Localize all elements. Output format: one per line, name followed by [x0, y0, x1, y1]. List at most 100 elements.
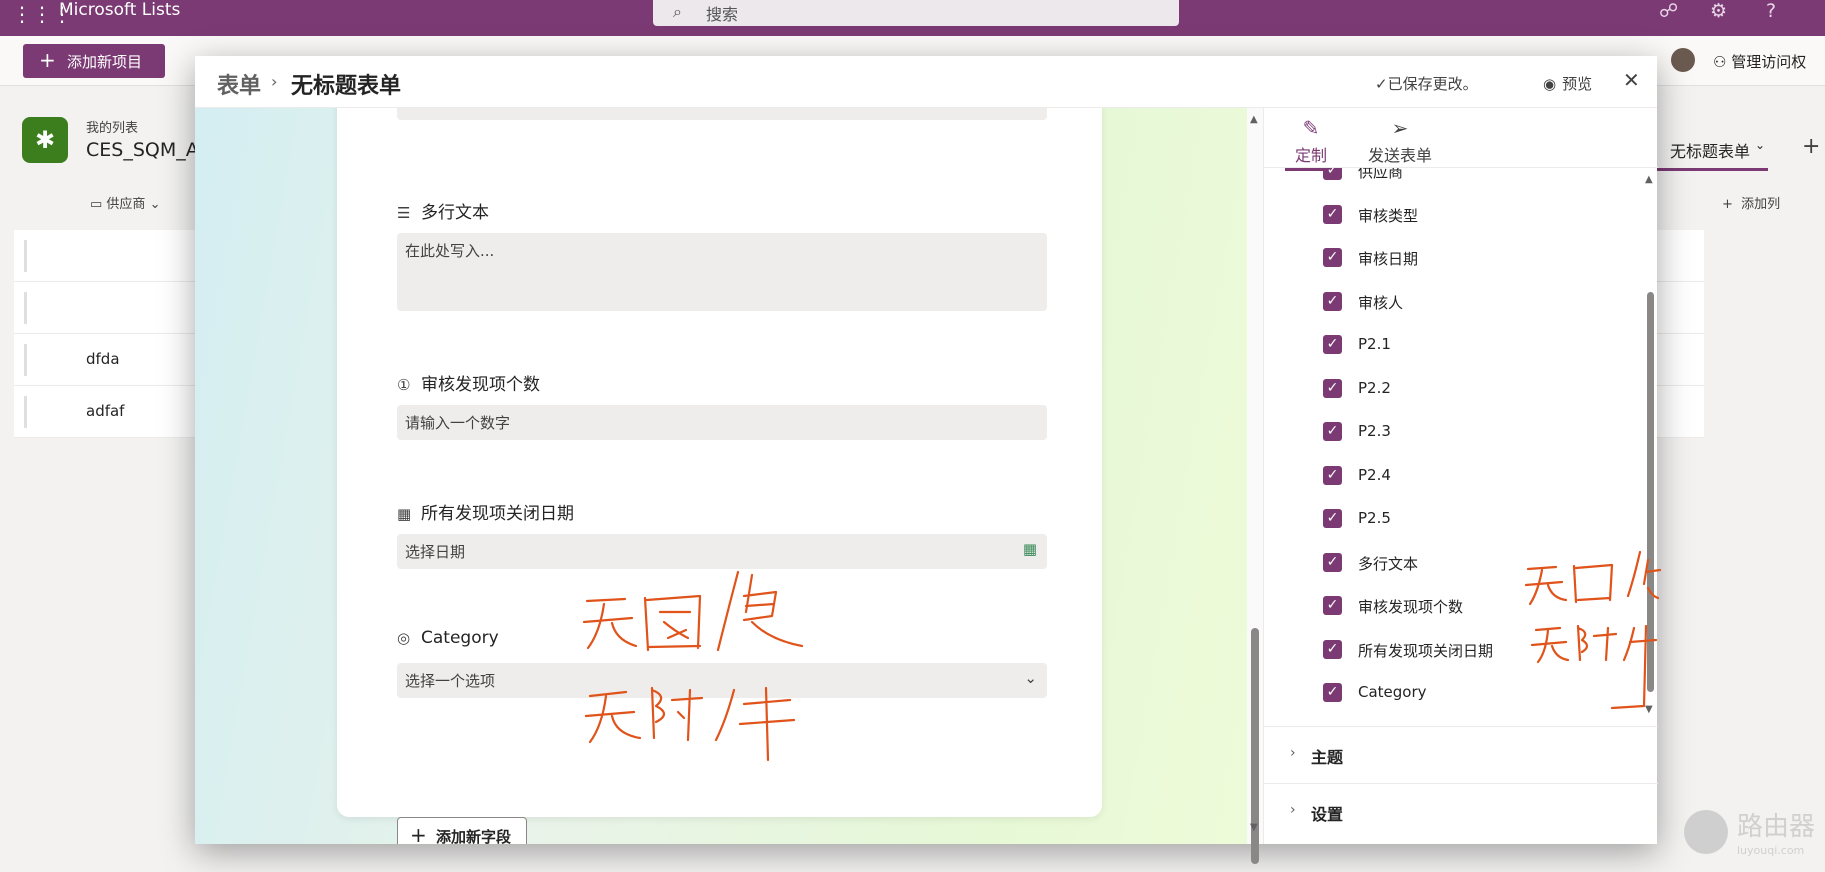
watermark-text: 路由器 — [1737, 812, 1816, 842]
scroll-up-icon[interactable]: ▲ — [1645, 174, 1653, 185]
checkbox[interactable]: ✓ — [1323, 553, 1342, 572]
chevron-right-icon: › — [1290, 745, 1296, 761]
row-selector[interactable] — [24, 292, 27, 324]
section-settings[interactable]: › 设置 — [1264, 783, 1658, 840]
input-placeholder: 请输入一个数字 — [405, 414, 511, 432]
plus-icon: + — [410, 823, 427, 844]
scroll-up-icon[interactable]: ▲ — [1250, 114, 1258, 125]
checkbox[interactable]: ✓ — [1323, 466, 1342, 485]
breadcrumb-current: 无标题表单 — [291, 74, 402, 99]
field-label-text: 审核发现项个数 — [421, 375, 540, 395]
checkbox[interactable]: ✓ — [1323, 596, 1342, 615]
tab-customize[interactable]: ✎ 定制 — [1284, 116, 1338, 171]
form-settings-panel: ✎ 定制 ➢ 发送表单 ✓ 供应商 ✓ 审核类型 ✓ 审核日期 ✓ 审核人 ✓ P2.1 ✓ P2.2… — [1263, 108, 1658, 844]
form-canvas: ☰ 多行文本 在此处写入... ① 审核发现项个数 请输入一个数字 ▦ 所有发现项关闭… — [195, 108, 1247, 844]
manage-access-label: 管理访问权 — [1731, 53, 1807, 71]
field-visibility-label: 审核日期 — [1358, 250, 1419, 268]
number-icon: ① — [397, 376, 411, 394]
column-header-supplier[interactable]: ▭ 供应商 ⌄ — [90, 193, 160, 212]
panel-tabs: ✎ 定制 ➢ 发送表单 — [1264, 108, 1658, 171]
field-label-text: 所有发现项关闭日期 — [421, 504, 574, 524]
checkbox[interactable]: ✓ — [1323, 509, 1342, 528]
preview-button[interactable]: ◉ 预览 — [1543, 73, 1592, 94]
input-placeholder: 选择一个选项 — [405, 672, 496, 690]
choice-icon: ◎ — [397, 629, 411, 647]
date-picker-input[interactable]: 选择日期 ▦ — [397, 534, 1047, 569]
breadcrumb-forms[interactable]: 表单 — [217, 68, 261, 100]
panel-scrollbar[interactable]: ▲ ▼ — [1642, 168, 1658, 726]
add-column-button[interactable]: + 添加列 — [1722, 193, 1780, 212]
row-cell: dfda — [86, 350, 120, 368]
scroll-thumb[interactable] — [1647, 292, 1654, 692]
settings-icon[interactable]: ⚙ — [1710, 0, 1727, 22]
search-box[interactable]: ⌕ 搜索 — [653, 0, 1179, 26]
user-avatar[interactable] — [1671, 48, 1695, 72]
my-lists-link[interactable]: 我的列表 — [86, 117, 138, 136]
people-icon[interactable]: ☍ — [1659, 0, 1678, 22]
chevron-down-icon: ⌄ — [1755, 138, 1766, 152]
add-new-item-button[interactable]: + 添加新项目 — [23, 44, 165, 78]
add-view-button[interactable]: + — [1802, 134, 1820, 159]
tab-label: 无标题表单 — [1670, 142, 1751, 161]
checkbox[interactable]: ✓ — [1323, 640, 1342, 659]
canvas-scrollbar[interactable]: ▲ ▼ — [1247, 108, 1263, 864]
field-visibility-label: P2.2 — [1358, 379, 1391, 397]
field-visibility-label: 供应商 — [1358, 168, 1404, 181]
chevron-down-icon: ⌄ — [1024, 669, 1037, 687]
row-selector[interactable] — [24, 344, 27, 376]
field-input[interactable] — [397, 108, 1047, 120]
field-visibility-label: P2.1 — [1358, 335, 1391, 353]
multiline-text-icon: ☰ — [397, 204, 411, 222]
checkbox[interactable]: ✓ — [1323, 248, 1342, 267]
date-picker-icon[interactable]: ▦ — [1023, 540, 1037, 558]
search-placeholder[interactable]: 搜索 — [706, 1, 738, 25]
section-label: 设置 — [1311, 805, 1344, 824]
field-visibility-label: P2.3 — [1358, 422, 1391, 440]
router-logo-icon — [1684, 810, 1728, 854]
field-visibility-label: 多行文本 — [1358, 555, 1419, 573]
row-selector[interactable] — [24, 396, 27, 428]
list-icon: ✱ — [22, 117, 68, 163]
input-placeholder: 在此处写入... — [405, 242, 495, 260]
tab-untitled-form[interactable]: 无标题表单 ⌄ — [1655, 126, 1768, 171]
plus-icon: + — [39, 48, 56, 72]
scroll-down-icon[interactable]: ▼ — [1250, 822, 1258, 833]
row-cell: adfaf — [86, 402, 125, 420]
field-label-text: 多行文本 — [421, 203, 489, 223]
field-visibility-list: ✓ 供应商 ✓ 审核类型 ✓ 审核日期 ✓ 审核人 ✓ P2.1 ✓ P2.2 ✓ P2.3 ✓ P2.4 ✓ P… — [1264, 168, 1658, 726]
field-label: ◎ Category — [397, 628, 499, 648]
list-title: CES_SQM_A — [86, 139, 199, 161]
number-input[interactable]: 请输入一个数字 — [397, 405, 1047, 440]
send-icon: ➢ — [1391, 116, 1409, 140]
search-icon: ⌕ — [673, 2, 682, 21]
row-selector[interactable] — [24, 240, 27, 272]
app-name[interactable]: Microsoft Lists — [59, 0, 180, 20]
close-icon[interactable]: ✕ — [1623, 68, 1640, 92]
checkbox[interactable]: ✓ — [1323, 292, 1342, 311]
checkbox[interactable]: ✓ — [1323, 422, 1342, 441]
form-editor-dialog: 表单 › 无标题表单 ✓ 已保存更改。 ◉ 预览 ✕ ☰ 多行文本 在此处写入... … — [195, 56, 1658, 864]
manage-access-button[interactable]: ⚇ 管理访问权 — [1713, 51, 1806, 72]
field-label-text: Category — [421, 628, 499, 648]
checkbox[interactable]: ✓ — [1323, 168, 1342, 180]
field-visibility-label: 所有发现项关闭日期 — [1358, 642, 1494, 660]
add-new-field-button[interactable]: + 添加新字段 — [397, 817, 527, 844]
add-column-label: 添加列 — [1741, 197, 1781, 212]
add-new-item-label: 添加新项目 — [67, 53, 143, 71]
eye-icon: ◉ — [1543, 75, 1557, 93]
choice-dropdown[interactable]: 选择一个选项 ⌄ — [397, 663, 1047, 698]
saved-status-text: 已保存更改。 — [1387, 75, 1478, 93]
app-bar: ⋮⋮⋮ Microsoft Lists ⌕ 搜索 ☍ ⚙ ? — [0, 0, 1825, 36]
tab-send-form[interactable]: ➢ 发送表单 — [1368, 116, 1432, 166]
checkbox[interactable]: ✓ — [1323, 379, 1342, 398]
checkbox[interactable]: ✓ — [1323, 683, 1342, 702]
section-theme[interactable]: › 主题 — [1264, 726, 1658, 783]
checkbox[interactable]: ✓ — [1323, 205, 1342, 224]
checkbox[interactable]: ✓ — [1323, 335, 1342, 354]
input-placeholder: 选择日期 — [405, 543, 466, 561]
multiline-input[interactable]: 在此处写入... — [397, 233, 1047, 311]
help-icon[interactable]: ? — [1766, 0, 1776, 22]
customize-icon: ✎ — [1302, 116, 1320, 140]
scroll-down-icon[interactable]: ▼ — [1645, 704, 1653, 715]
field-visibility-label: P2.4 — [1358, 466, 1391, 484]
